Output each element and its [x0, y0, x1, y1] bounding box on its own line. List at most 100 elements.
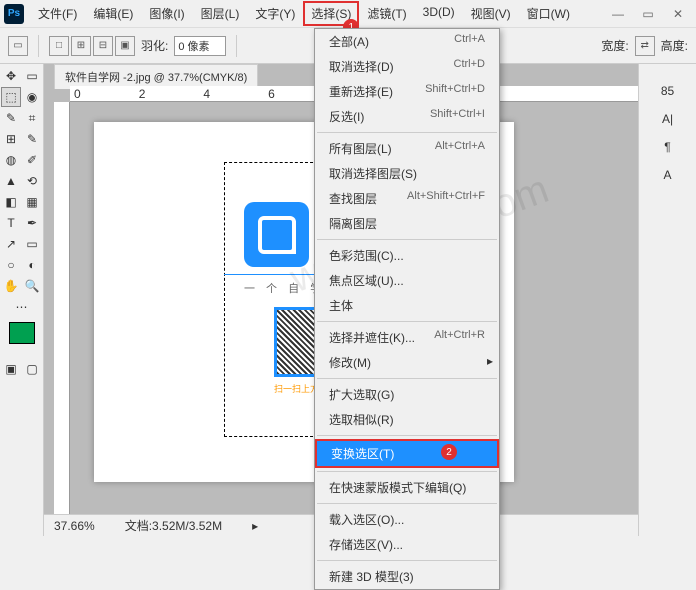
dodge-tool[interactable]: ◐: [22, 255, 42, 275]
menu-图像[interactable]: 图像(I): [141, 1, 192, 26]
intersect-selection-icon[interactable]: ▣: [115, 36, 135, 56]
history-brush-tool[interactable]: ⟲: [22, 171, 42, 191]
menu-视图[interactable]: 视图(V): [463, 1, 519, 26]
menu-item-label: 查找图层: [329, 190, 377, 207]
menu-item-新建 3D 模型3[interactable]: 新建 3D 模型(3): [315, 564, 499, 589]
menu-item-所有图层L[interactable]: 所有图层(L)Alt+Ctrl+A: [315, 136, 499, 161]
close-button[interactable]: ✕: [664, 5, 692, 23]
menu-item-焦点区域U[interactable]: 焦点区域(U)...: [315, 268, 499, 293]
character-panel-icon[interactable]: A|: [662, 112, 673, 126]
menu-item-选取相似R[interactable]: 选取相似(R): [315, 407, 499, 432]
brush-tool[interactable]: ✐: [22, 150, 42, 170]
new-selection-icon[interactable]: □: [49, 36, 69, 56]
eraser-tool[interactable]: ◧: [1, 192, 21, 212]
menu-item-label: 主体: [329, 297, 353, 314]
height-label: 高度:: [661, 37, 688, 54]
select-menu-dropdown: 全部(A)Ctrl+A取消选择(D)Ctrl+D重新选择(E)Shift+Ctr…: [314, 28, 500, 590]
hand-tool[interactable]: ✋: [1, 276, 21, 296]
add-selection-icon[interactable]: ⊞: [71, 36, 91, 56]
maximize-button[interactable]: ▭: [634, 5, 662, 23]
feather-label: 羽化:: [141, 37, 168, 54]
menu-文字[interactable]: 文字(Y): [247, 1, 303, 26]
screenmode-tool[interactable]: ▢: [22, 359, 42, 379]
menu-item-label: 选取相似(R): [329, 411, 394, 428]
menu-item-label: 变换选区(T): [331, 445, 394, 462]
menu-item-取消选择图层S[interactable]: 取消选择图层(S): [315, 161, 499, 186]
menu-item-修改M[interactable]: 修改(M)▸: [315, 350, 499, 375]
menu-item-取消选择D[interactable]: 取消选择(D)Ctrl+D: [315, 54, 499, 79]
feather-input[interactable]: [174, 36, 226, 56]
menu-item-label: 选择并遮住(K)...: [329, 329, 415, 346]
lasso-tool[interactable]: ◉: [22, 87, 42, 107]
tool-preset-icon[interactable]: ▭: [8, 36, 28, 56]
menu-shortcut: Ctrl+D: [454, 58, 485, 75]
menu-item-扩大选取G[interactable]: 扩大选取(G): [315, 382, 499, 407]
menu-item-色彩范围C[interactable]: 色彩范围(C)...: [315, 243, 499, 268]
menu-shortcut: Shift+Ctrl+I: [430, 108, 485, 125]
menu-separator: [317, 503, 497, 504]
menu-item-label: 新建 3D 模型(3): [329, 568, 414, 585]
logo-graphic: [244, 202, 309, 267]
zoom-tool[interactable]: 🔍: [22, 276, 42, 296]
menu-3D[interactable]: 3D(D): [415, 1, 463, 26]
foreground-color[interactable]: [9, 322, 35, 344]
paragraph-panel-icon[interactable]: ¶: [664, 140, 670, 154]
menu-文件[interactable]: 文件(F): [30, 1, 85, 26]
menu-item-主体[interactable]: 主体: [315, 293, 499, 318]
menu-滤镜[interactable]: 滤镜(T): [359, 1, 414, 26]
menu-item-在快速蒙版模式下编辑Q[interactable]: 在快速蒙版模式下编辑(Q): [315, 475, 499, 500]
menu-item-反选I[interactable]: 反选(I) Shift+Ctrl+I: [315, 104, 499, 129]
menu-item-隔离图层[interactable]: 隔离图层: [315, 211, 499, 236]
menu-图层[interactable]: 图层(L): [193, 1, 248, 26]
shape-tool[interactable]: ▭: [22, 234, 42, 254]
frame-tool[interactable]: ⊞: [1, 129, 21, 149]
menu-item-查找图层[interactable]: 查找图层 Alt+Shift+Ctrl+F: [315, 186, 499, 211]
crop-tool[interactable]: ⌗: [22, 108, 42, 128]
quickmask-tool[interactable]: ▣: [1, 359, 21, 379]
glyphs-panel-icon[interactable]: A: [663, 168, 671, 182]
artboard-tool[interactable]: ▭: [22, 66, 42, 86]
menu-选择[interactable]: 选择(S)1: [303, 1, 359, 26]
menu-item-变换选区T[interactable]: 变换选区(T)2: [315, 439, 499, 468]
minimize-button[interactable]: —: [604, 5, 632, 23]
menu-separator: [317, 435, 497, 436]
type-tool[interactable]: T: [1, 213, 21, 233]
menu-shortcut: Shift+Ctrl+D: [425, 83, 485, 100]
pen-tool[interactable]: ✒: [22, 213, 42, 233]
zoom-level[interactable]: 37.66%: [54, 519, 95, 533]
menu-窗口[interactable]: 窗口(W): [519, 1, 578, 26]
status-arrow-icon[interactable]: ▸: [252, 519, 258, 533]
edit-toolbar[interactable]: ⋯: [12, 297, 32, 317]
path-tool[interactable]: ↗: [1, 234, 21, 254]
menu-bar: Ps 文件(F)编辑(E)图像(I)图层(L)文字(Y)选择(S)1滤镜(T)3…: [0, 0, 696, 28]
menu-item-label: 修改(M): [329, 354, 371, 371]
menu-shortcut: Alt+Shift+Ctrl+F: [407, 190, 485, 207]
menu-item-label: 色彩范围(C)...: [329, 247, 404, 264]
menu-item-label: 扩大选取(G): [329, 386, 394, 403]
stamp-tool[interactable]: ▲: [1, 171, 21, 191]
menu-编辑[interactable]: 编辑(E): [85, 1, 141, 26]
menu-item-label: 焦点区域(U)...: [329, 272, 404, 289]
menu-shortcut: Alt+Ctrl+R: [434, 329, 485, 346]
move-tool[interactable]: ✥: [1, 66, 21, 86]
menu-item-选择并遮住K[interactable]: 选择并遮住(K)... Alt+Ctrl+R: [315, 325, 499, 350]
ruler-vertical: [54, 102, 70, 514]
menu-item-重新选择E[interactable]: 重新选择(E)Shift+Ctrl+D: [315, 79, 499, 104]
heal-tool[interactable]: ◍: [1, 150, 21, 170]
window-controls: — ▭ ✕: [604, 5, 692, 23]
blur-tool[interactable]: ○: [1, 255, 21, 275]
subtract-selection-icon[interactable]: ⊟: [93, 36, 113, 56]
panel-icon[interactable]: 85: [661, 84, 674, 98]
menu-item-载入选区O[interactable]: 载入选区(O)...: [315, 507, 499, 532]
menu-separator: [317, 471, 497, 472]
menu-separator: [317, 132, 497, 133]
quick-select-tool[interactable]: ✎: [1, 108, 21, 128]
link-icon[interactable]: ⇄: [635, 36, 655, 56]
menu-item-label: 反选(I): [329, 108, 364, 125]
eyedropper-tool[interactable]: ✎: [22, 129, 42, 149]
menu-item-全部A[interactable]: 全部(A)Ctrl+A: [315, 29, 499, 54]
gradient-tool[interactable]: ▦: [22, 192, 42, 212]
marquee-tool[interactable]: ⬚: [1, 87, 21, 107]
doc-size: 文档:3.52M/3.52M: [125, 517, 222, 534]
toolbox: ✥▭ ⬚◉ ✎⌗ ⊞✎ ◍✐ ▲⟲ ◧▦ T✒ ↗▭ ○◐ ✋🔍 ⋯ ▣▢: [0, 64, 44, 536]
